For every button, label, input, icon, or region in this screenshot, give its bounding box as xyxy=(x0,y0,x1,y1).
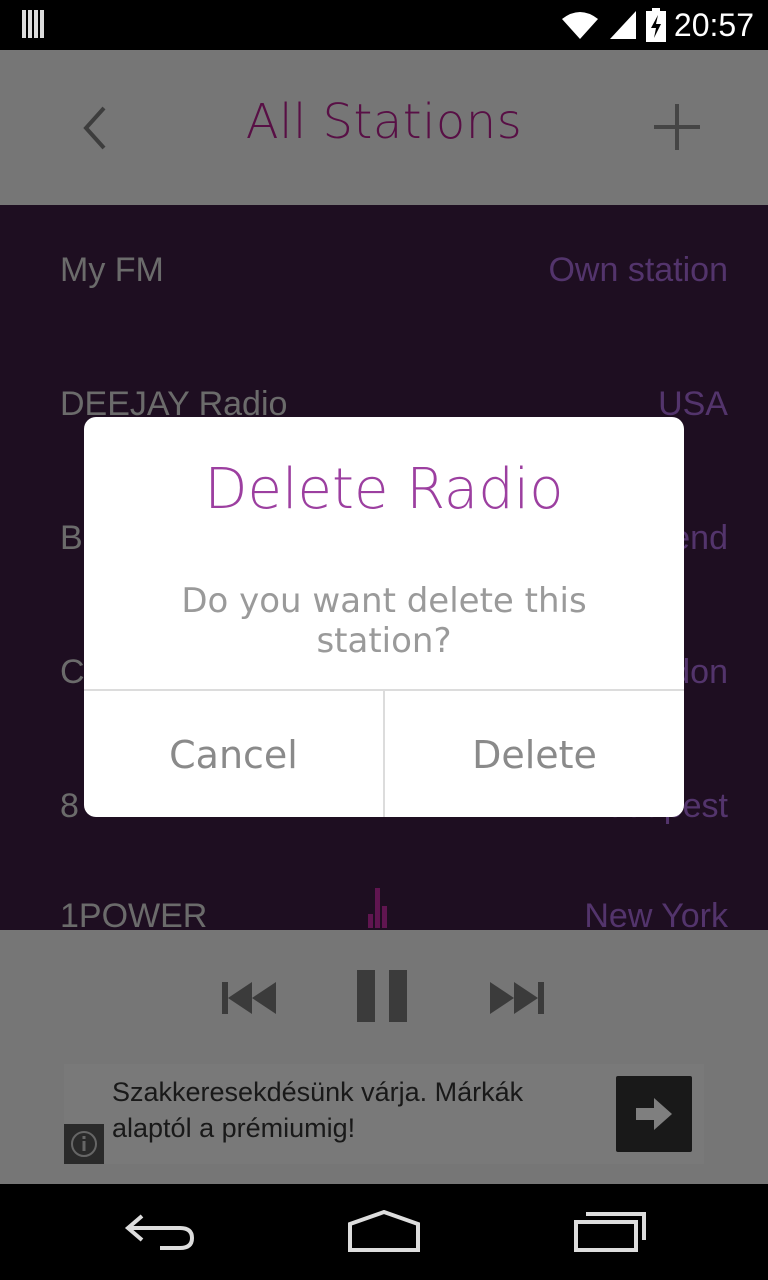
delete-dialog: Delete Radio Do you want delete this sta… xyxy=(84,417,684,817)
wifi-icon xyxy=(561,12,598,39)
notification-bars-icon xyxy=(22,10,48,38)
status-bar: 20:57 xyxy=(0,0,768,50)
dialog-buttons: Cancel Delete xyxy=(84,689,684,817)
nav-home-button[interactable] xyxy=(344,1209,424,1254)
back-icon xyxy=(124,1214,195,1250)
dialog-title: Delete Radio xyxy=(204,457,564,522)
home-icon xyxy=(348,1209,420,1252)
cancel-button[interactable]: Cancel xyxy=(84,691,385,817)
signal-icon xyxy=(609,11,636,39)
status-icons: 20:57 xyxy=(560,6,754,44)
screen: 20:57 All Stations My FM Own station xyxy=(0,0,768,1280)
dialog-message: Do you want delete this station? xyxy=(181,581,587,661)
nav-recent-button[interactable] xyxy=(570,1210,650,1254)
navigation-bar xyxy=(0,1184,768,1280)
battery-charging-icon xyxy=(645,8,666,42)
delete-button[interactable]: Delete xyxy=(385,691,684,817)
nav-back-button[interactable] xyxy=(120,1210,200,1254)
recent-apps-icon xyxy=(574,1212,646,1252)
clock: 20:57 xyxy=(673,6,754,43)
